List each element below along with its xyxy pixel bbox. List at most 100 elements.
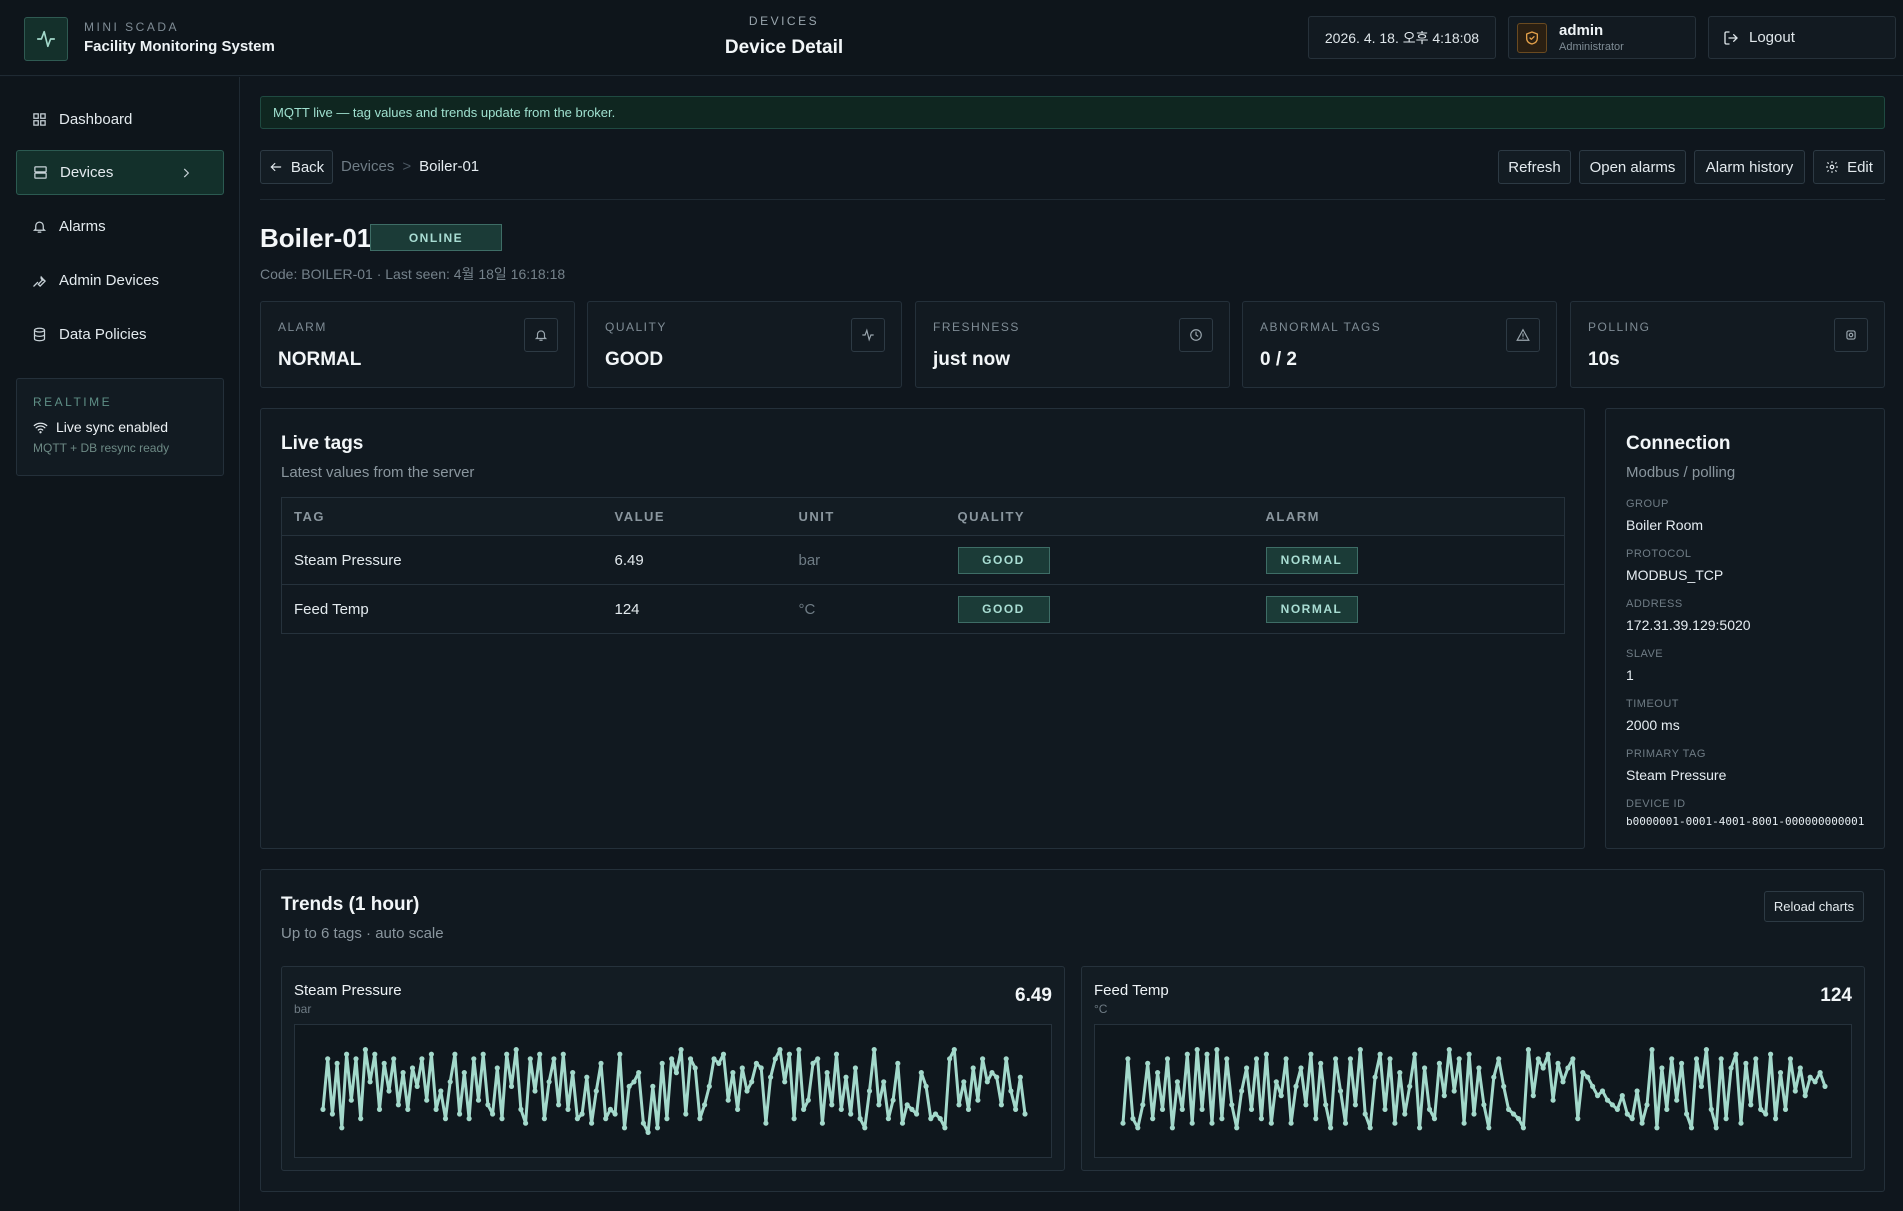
data-point (984, 1079, 990, 1085)
sidebar-item-label: Admin Devices (59, 272, 160, 289)
user-menu[interactable]: admin Administrator (1508, 16, 1696, 59)
sidebar-item-data-policies[interactable]: Data Policies (16, 312, 224, 357)
data-point (391, 1056, 397, 1062)
column-header: QUALITY (945, 497, 1254, 536)
data-point (339, 1125, 345, 1131)
data-point (862, 1125, 868, 1131)
data-point (556, 1102, 562, 1108)
live-tags-subtitle: Latest values from the server (281, 464, 475, 481)
data-point (1283, 1056, 1289, 1062)
data-point (1510, 1111, 1517, 1117)
data-point (504, 1051, 510, 1057)
device-subtitle: Code: BOILER-01 · Last seen: 4월 18일 16:1… (260, 266, 566, 282)
open-alarms-button[interactable]: Open alarms (1579, 150, 1686, 184)
data-point (518, 1106, 524, 1112)
chart-unit: °C (1094, 1002, 1108, 1016)
data-point (951, 1047, 957, 1053)
data-point (433, 1106, 439, 1112)
device-name: Boiler-01 (260, 223, 372, 253)
data-point (414, 1083, 420, 1089)
data-point (1372, 1074, 1378, 1080)
edit-label: Edit (1847, 158, 1873, 176)
stat-value: just now (933, 349, 1011, 370)
sidebar-item-dashboard[interactable]: Dashboard (16, 97, 224, 142)
chevron-right-icon (183, 168, 190, 178)
data-point (824, 1070, 830, 1076)
alarm-history-button[interactable]: Alarm history (1694, 150, 1805, 184)
data-point (1599, 1088, 1606, 1094)
data-point (1570, 1056, 1576, 1062)
breadcrumb-devices[interactable]: Devices (341, 158, 394, 175)
data-point (362, 1047, 368, 1053)
sidebar-item-admin-devices[interactable]: Admin Devices (16, 258, 224, 303)
column-header: UNIT (786, 497, 946, 536)
data-point (1777, 1070, 1784, 1076)
chart-title: Steam Pressure (294, 982, 402, 999)
data-point (1733, 1051, 1739, 1057)
data-point (523, 1120, 529, 1126)
data-point (683, 1111, 689, 1117)
data-point (857, 1116, 863, 1122)
data-point (471, 1056, 477, 1062)
data-point (763, 1120, 769, 1126)
app-logo[interactable] (24, 17, 68, 61)
data-point (970, 1065, 976, 1071)
refresh-button[interactable]: Refresh (1498, 150, 1571, 184)
data-point (452, 1051, 458, 1057)
data-point (1426, 1106, 1433, 1112)
toolbar-divider (260, 199, 1885, 200)
sidebar-item-alarms[interactable]: Alarms (16, 204, 224, 249)
data-point (1659, 1065, 1665, 1071)
tag-name: Feed Temp (281, 584, 603, 634)
data-point (928, 1116, 934, 1122)
data-point (739, 1065, 745, 1071)
data-point (1313, 1116, 1319, 1122)
data-point (956, 1102, 962, 1108)
server-icon (34, 166, 47, 179)
gear-icon (1834, 318, 1868, 352)
data-point (1545, 1051, 1551, 1057)
data-point (636, 1070, 642, 1076)
table-row[interactable]: Steam Pressure 6.49 bar GOOD NORMAL (281, 535, 1565, 585)
data-point (546, 1079, 552, 1085)
data-point (904, 1102, 910, 1108)
data-point (975, 1097, 981, 1103)
data-point (1328, 1125, 1334, 1131)
data-point (706, 1083, 712, 1089)
data-point (513, 1047, 519, 1053)
stat-value: GOOD (605, 349, 664, 370)
data-point (348, 1097, 354, 1103)
data-point (1022, 1111, 1028, 1117)
data-point (1214, 1047, 1220, 1053)
realtime-status: REALTIME Live sync enabled MQTT + DB res… (16, 378, 224, 476)
data-point (1199, 1106, 1205, 1112)
reload-charts-button[interactable]: Reload charts (1764, 891, 1864, 922)
data-point (598, 1060, 604, 1066)
field-value-address: 172.31.39.129:5020 (1626, 617, 1751, 633)
realtime-title: REALTIME (33, 395, 113, 409)
data-point (508, 1083, 515, 1089)
data-point (1130, 1116, 1136, 1122)
data-point (994, 1074, 1000, 1080)
data-point (965, 1106, 972, 1112)
breadcrumb-current: Boiler-01 (419, 158, 480, 175)
sidebar-item-devices[interactable]: Devices (16, 150, 224, 195)
quality-badge: GOOD (957, 546, 1050, 574)
edit-button[interactable]: Edit (1813, 150, 1885, 184)
sidebar-item-label: Devices (60, 164, 114, 181)
table-row[interactable]: Feed Temp 124 °C GOOD NORMAL (281, 584, 1565, 634)
trend-card-steam-pressure: Steam Pressure bar 6.49 (281, 966, 1065, 1171)
chart-title: Feed Temp (1094, 982, 1169, 999)
data-point (786, 1051, 792, 1057)
data-point (617, 1051, 623, 1057)
logout-button[interactable]: Logout (1708, 16, 1896, 59)
stat-card-quality: QUALITY GOOD (587, 301, 902, 388)
data-point (1782, 1106, 1789, 1112)
arrow-left-icon (270, 162, 282, 172)
clock: 2026. 4. 18. 오후 4:18:08 (1308, 16, 1496, 59)
data-point (895, 1060, 901, 1066)
gear-icon (1826, 161, 1838, 173)
connection-subtitle: Modbus / polling (1626, 464, 1736, 481)
data-point (687, 1056, 694, 1062)
back-button[interactable]: Back (260, 150, 333, 184)
